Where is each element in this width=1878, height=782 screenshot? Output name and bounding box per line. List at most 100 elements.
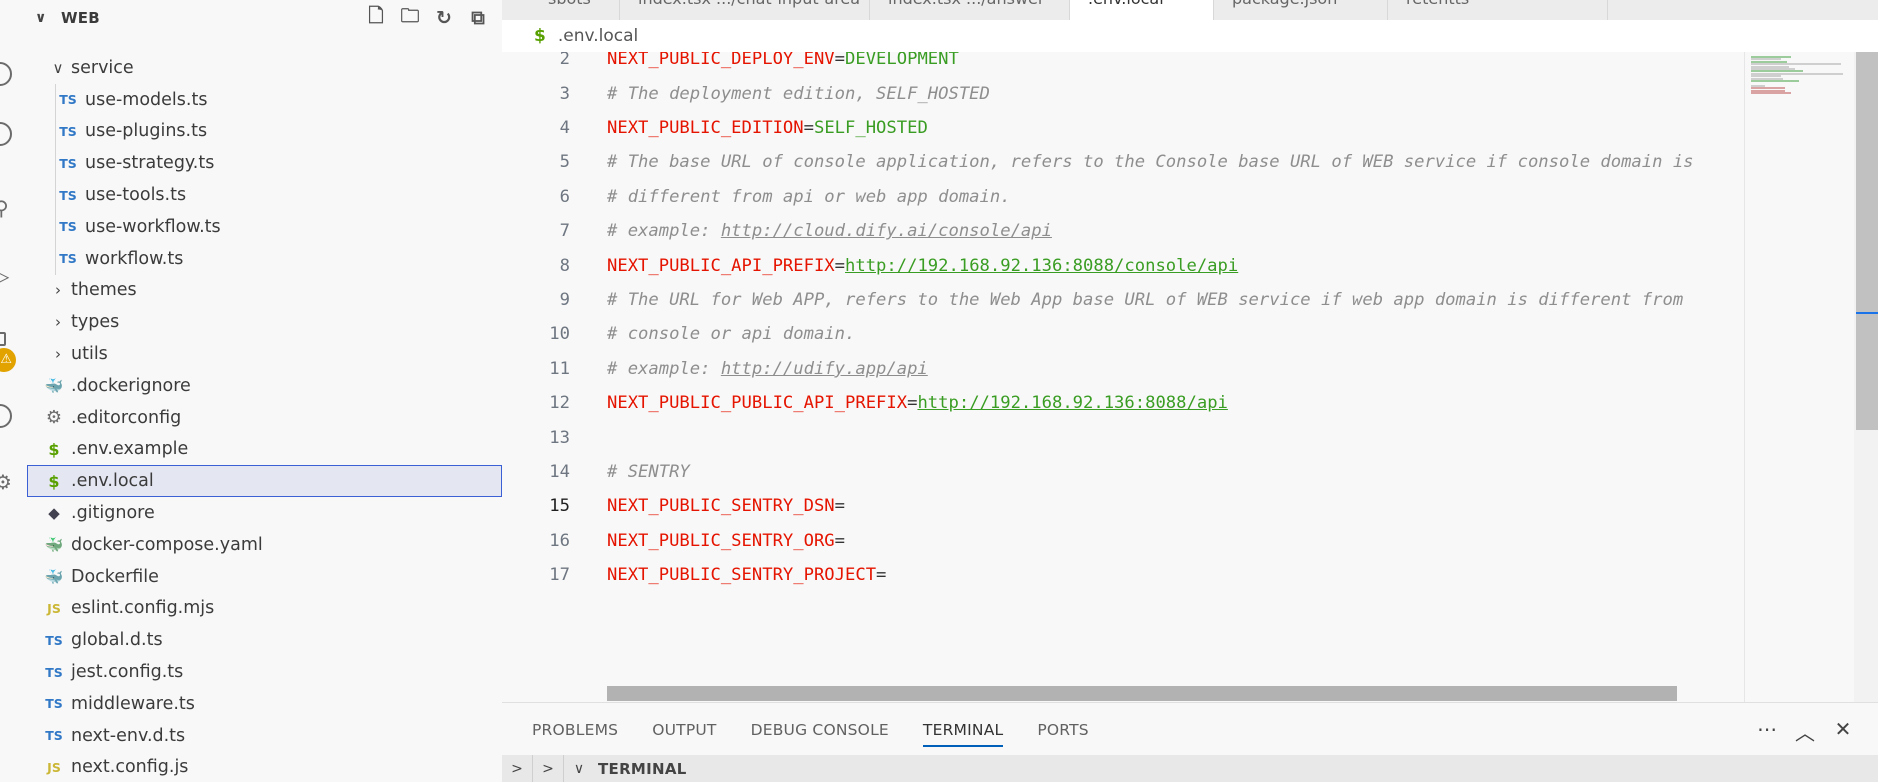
breadcrumb[interactable]: $ .env.local — [502, 20, 1878, 52]
tree-item-label: .env.local — [71, 471, 154, 492]
code-line[interactable]: 7 # example: http://cloud.dify.ai/console… — [502, 214, 1744, 249]
code-text: # example: http://cloud.dify.ai/console/… — [607, 221, 1052, 241]
run-icon[interactable]: ▷ — [0, 264, 9, 288]
code-line[interactable]: 8 NEXT_PUBLIC_API_PREFIX=http://192.168.9… — [502, 248, 1744, 283]
tree-item[interactable]: JS next.config.js — [27, 752, 502, 782]
code-line[interactable]: 10 # console or api domain. — [502, 317, 1744, 352]
code-line[interactable]: 13 — [502, 420, 1744, 455]
code-line[interactable]: 11 # example: http://udify.app/api — [502, 352, 1744, 387]
new-file-icon[interactable]: 🗋 — [364, 5, 388, 30]
run-debug-icon[interactable]: ⚲ — [0, 196, 9, 220]
comment: # example: — [607, 221, 721, 242]
horizontal-scrollbar[interactable] — [607, 686, 1677, 701]
chevron-down-icon[interactable]: ∨ — [564, 761, 594, 777]
comment-url[interactable]: http://cloud.dify.ai/console/api — [721, 221, 1052, 241]
tree-item[interactable]: TS jest.config.ts — [27, 656, 502, 688]
terminal-section-header[interactable]: > > ∨ TERMINAL — [502, 755, 1878, 782]
code-line[interactable]: 5 # The base URL of console application, … — [502, 145, 1744, 180]
settings-icon[interactable]: ⚙ — [0, 470, 12, 494]
breadcrumb-file[interactable]: .env.local — [558, 26, 638, 46]
editor-tab[interactable]: retentts — [1388, 0, 1608, 20]
vertical-scrollbar-thumb[interactable] — [1856, 52, 1878, 430]
tree-item[interactable]: TS use-models.ts — [27, 83, 502, 116]
code-line[interactable]: 6 # different from api or web app domain. — [502, 180, 1744, 215]
tree-item[interactable]: TS middleware.ts — [27, 688, 502, 720]
tree-item[interactable]: 🐳 docker-compose.yaml — [27, 529, 502, 561]
indent-guide — [55, 179, 56, 211]
editor-tab[interactable]: index.tsx .../answer — [870, 0, 1070, 20]
close-panel-icon[interactable]: ✕ — [1832, 717, 1854, 746]
tree-item[interactable]: JS eslint.config.mjs — [27, 593, 502, 625]
extensions-icon[interactable] — [0, 332, 6, 346]
code-text: NEXT_PUBLIC_API_PREFIX=http://192.168.92… — [607, 256, 1238, 276]
editor-tab[interactable]: package.json — [1214, 0, 1388, 20]
panel-tab-debug-console[interactable]: DEBUG CONSOLE — [751, 721, 889, 747]
env-key: NEXT_PUBLIC_API_PREFIX — [607, 255, 835, 276]
tree-item[interactable]: 🐳 Dockerfile — [27, 561, 502, 593]
code-line[interactable]: 2 NEXT_PUBLIC_DEPLOY_ENV=DEVELOPMENT — [502, 52, 1744, 77]
code-line[interactable]: 9 # The URL for Web APP, refers to the We… — [502, 283, 1744, 318]
tree-item[interactable]: TS use-workflow.ts — [27, 210, 502, 243]
minimap[interactable] — [1744, 52, 1854, 702]
tree-item[interactable]: TS use-tools.ts — [27, 179, 502, 211]
account-icon[interactable] — [0, 404, 12, 428]
tree-item[interactable]: $ .env.example — [27, 434, 502, 466]
panel-tab-ports[interactable]: PORTS — [1037, 721, 1089, 747]
tree-item-label: .dockerignore — [71, 375, 191, 396]
tree-item[interactable]: ⚙ .editorconfig — [27, 402, 502, 434]
new-folder-icon[interactable]: 🗀 — [398, 5, 422, 30]
tree-item[interactable]: TS workflow.ts — [27, 242, 502, 275]
comment-url[interactable]: http://udify.app/api — [721, 359, 928, 379]
code-line[interactable]: 16 NEXT_PUBLIC_SENTRY_ORG= — [502, 524, 1744, 559]
warning-icon[interactable]: ⚠ — [0, 348, 16, 372]
explorer-header[interactable]: ∨ WEB 🗋 🗀 ↻ ⧉ — [27, 0, 502, 36]
env-value-url[interactable]: http://192.168.92.136:8088/console/api — [845, 256, 1238, 276]
editor-tab[interactable]: index.tsx .../chat-input-area — [620, 0, 870, 20]
source-control-icon[interactable] — [0, 122, 12, 146]
chevron-right-icon[interactable]: > — [533, 761, 563, 777]
code-text: NEXT_PUBLIC_SENTRY_PROJECT= — [607, 565, 886, 585]
editor-tab[interactable]: sbots — [530, 0, 620, 20]
tree-item[interactable]: $ .env.local — [27, 465, 502, 498]
env-value-url[interactable]: http://192.168.92.136:8088/api — [917, 393, 1227, 413]
javascript-icon: JS — [47, 600, 61, 616]
env-key: NEXT_PUBLIC_PUBLIC_API_PREFIX — [607, 393, 908, 414]
collapse-all-icon[interactable]: ⧉ — [466, 6, 490, 30]
line-number: 2 — [559, 52, 570, 70]
docker-icon: 🐳 — [44, 376, 64, 395]
tree-item[interactable]: › themes — [27, 275, 502, 307]
refresh-icon[interactable]: ↻ — [432, 6, 456, 30]
code-line[interactable]: 12 NEXT_PUBLIC_PUBLIC_API_PREFIX=http://1… — [502, 386, 1744, 421]
code-line[interactable]: 15 NEXT_PUBLIC_SENTRY_DSN= — [502, 489, 1744, 524]
code-line[interactable]: 3 # The deployment edition, SELF_HOSTED — [502, 76, 1744, 111]
tree-item[interactable]: › types — [27, 306, 502, 338]
tree-item[interactable]: TS next-env.d.ts — [27, 720, 502, 752]
code-line[interactable]: 17 NEXT_PUBLIC_SENTRY_PROJECT= — [502, 558, 1744, 593]
tree-item[interactable]: ◆ .gitignore — [27, 497, 502, 529]
typescript-icon: TS — [45, 728, 63, 744]
tree-item[interactable]: TS use-strategy.ts — [27, 147, 502, 180]
code-line[interactable]: 14 # SENTRY — [502, 455, 1744, 490]
tree-item[interactable]: ∨ service — [27, 52, 502, 84]
search-icon[interactable] — [0, 62, 12, 86]
editor-tab[interactable]: .env.local — [1070, 0, 1214, 20]
chevron-right-icon[interactable]: > — [502, 761, 532, 777]
panel-tab-terminal[interactable]: TERMINAL — [922, 721, 1004, 747]
chevron-down-icon[interactable]: ∨ — [35, 10, 55, 26]
maximize-panel-icon[interactable]: ︿ — [1794, 717, 1816, 746]
tree-item[interactable]: TS use-plugins.ts — [27, 115, 502, 148]
tree-item-label: use-workflow.ts — [85, 216, 221, 237]
panel-tabs: PROBLEMS OUTPUT DEBUG CONSOLE TERMINAL PORTS — [532, 721, 1089, 747]
code-editor[interactable]: 2 NEXT_PUBLIC_DEPLOY_ENV=DEVELOPMENT 3 # Th… — [502, 52, 1744, 702]
tree-item[interactable]: 🐳 .dockerignore — [27, 370, 502, 402]
more-actions-icon[interactable]: ⋯ — [1756, 717, 1778, 746]
code-line[interactable]: 4 NEXT_PUBLIC_EDITION=SELF_HOSTED — [502, 111, 1744, 146]
panel-actions: ⋯ ︿ ✕ — [1756, 717, 1854, 746]
indent-guide — [55, 115, 56, 148]
line-number: 10 — [549, 324, 570, 345]
panel-tab-problems[interactable]: PROBLEMS — [532, 721, 618, 747]
tree-item[interactable]: TS global.d.ts — [27, 624, 502, 656]
panel-tab-output[interactable]: OUTPUT — [652, 721, 716, 747]
tree-item[interactable]: › utils — [27, 338, 502, 370]
minimap-line — [1751, 80, 1799, 82]
